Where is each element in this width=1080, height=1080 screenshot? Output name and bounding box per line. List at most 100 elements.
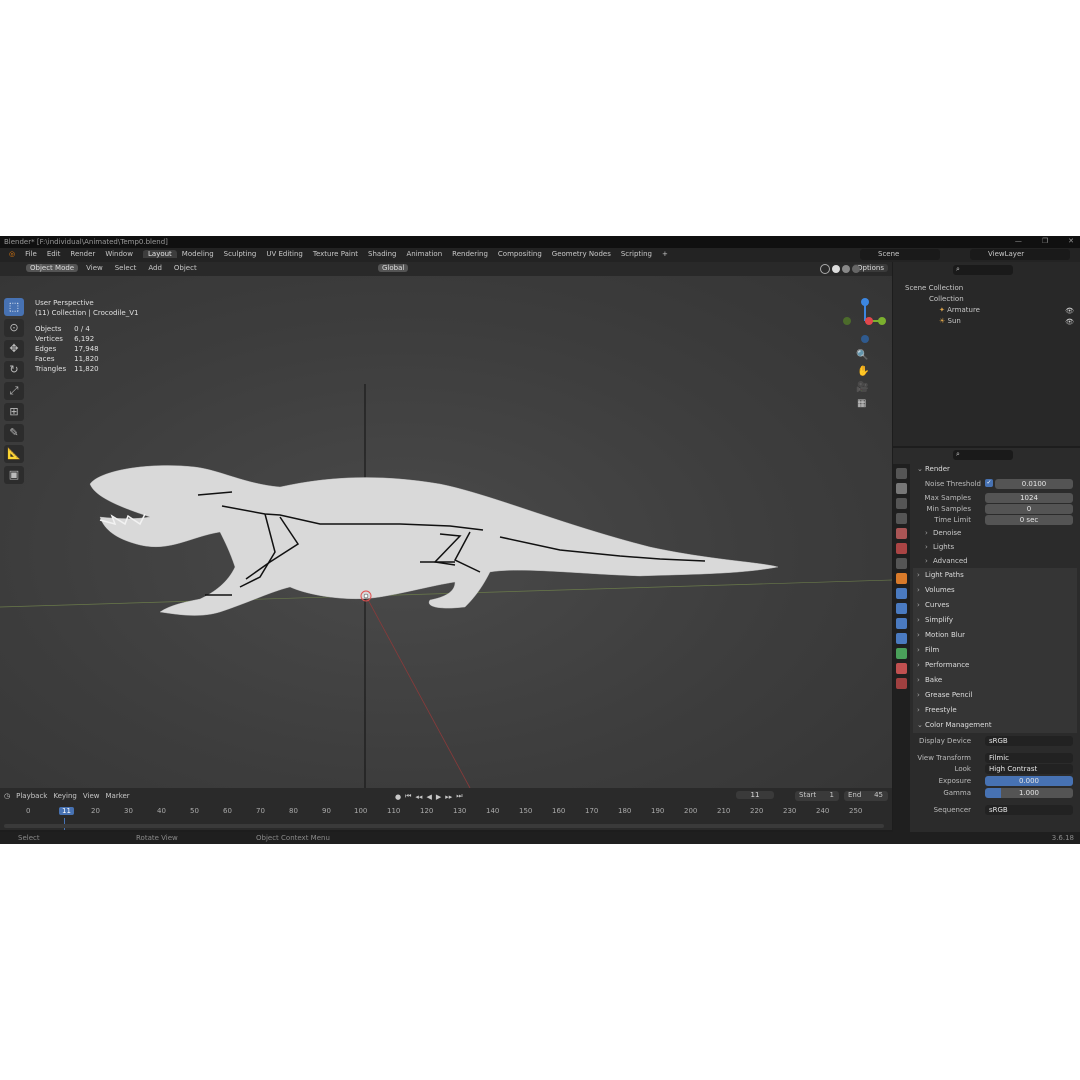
start-frame-field[interactable]: Start 1 xyxy=(795,791,839,801)
section-color-management[interactable]: Color Management xyxy=(913,718,1077,733)
view-transform-dropdown[interactable]: Filmic xyxy=(985,753,1073,763)
look-dropdown[interactable]: High Contrast xyxy=(985,764,1073,774)
add-workspace-button[interactable]: + xyxy=(657,250,673,258)
wireframe-shading-icon[interactable] xyxy=(820,264,830,274)
section-performance[interactable]: Performance xyxy=(913,658,1077,673)
timeline-menu-keying[interactable]: Keying xyxy=(53,792,77,800)
section-motion-blur[interactable]: Motion Blur xyxy=(913,628,1077,643)
subpanel-lights[interactable]: Lights xyxy=(923,540,1077,554)
noise-threshold-field[interactable]: 0.0100 xyxy=(995,479,1073,489)
data-tab-icon[interactable] xyxy=(896,648,907,659)
rendered-shading-icon[interactable] xyxy=(852,265,860,273)
timeline-scrollbar[interactable] xyxy=(4,824,884,828)
outliner-item-sun[interactable]: ☀ Sun xyxy=(939,317,961,325)
navigation-gizmo[interactable]: 🔍 ✋ 🎥 ▦ xyxy=(830,292,890,412)
frame-ruler[interactable]: 0 11 20 30 40 50 60 70 80 90 100 110 120… xyxy=(0,806,892,818)
section-freestyle[interactable]: Freestyle xyxy=(913,703,1077,718)
output-tab-icon[interactable] xyxy=(896,498,907,509)
physics-tab-icon[interactable] xyxy=(896,618,907,629)
section-grease-pencil[interactable]: Grease Pencil xyxy=(913,688,1077,703)
collection-tab-icon[interactable] xyxy=(896,558,907,569)
gamma-slider[interactable]: 1.000 xyxy=(985,788,1073,798)
section-film[interactable]: Film xyxy=(913,643,1077,658)
close-icon[interactable]: ✕ xyxy=(1068,237,1074,245)
section-volumes[interactable]: Volumes xyxy=(913,583,1077,598)
record-icon[interactable]: ● xyxy=(395,793,401,801)
cursor-icon[interactable]: ⊙ xyxy=(4,319,24,337)
tab-animation[interactable]: Animation xyxy=(401,250,447,258)
material-tab-icon[interactable] xyxy=(896,663,907,674)
outliner-scene-collection[interactable]: Scene Collection xyxy=(905,284,963,292)
render-subpanel[interactable]: Render xyxy=(913,462,1077,477)
clock-icon[interactable]: ◷ xyxy=(4,792,10,800)
tab-modeling[interactable]: Modeling xyxy=(177,250,219,258)
exposure-slider[interactable]: 0.000 xyxy=(985,776,1073,786)
viewport-menu-select[interactable]: Select xyxy=(111,264,141,272)
timeline-menu-playback[interactable]: Playback xyxy=(16,792,47,800)
checkbox-checked-icon[interactable]: ✓ xyxy=(985,479,993,487)
viewport-menu-add[interactable]: Add xyxy=(144,264,166,272)
annotate-icon[interactable]: ✎ xyxy=(4,424,24,442)
tab-scripting[interactable]: Scripting xyxy=(616,250,657,258)
constraints-tab-icon[interactable] xyxy=(896,633,907,644)
tool-tab-icon[interactable] xyxy=(896,468,907,479)
menu-render[interactable]: Render xyxy=(65,250,100,258)
time-limit-field[interactable]: 0 sec xyxy=(985,515,1073,525)
section-light-paths[interactable]: Light Paths xyxy=(913,568,1077,583)
maximize-icon[interactable]: ❐ xyxy=(1042,237,1048,245)
view-layer-tab-icon[interactable] xyxy=(896,513,907,524)
scene-selector[interactable]: Scene xyxy=(860,249,940,260)
rotate-icon[interactable]: ↻ xyxy=(4,361,24,379)
display-device-dropdown[interactable]: sRGB xyxy=(985,736,1073,746)
jump-end-icon[interactable]: ⏭ xyxy=(456,792,462,801)
subpanel-denoise[interactable]: Denoise xyxy=(923,526,1077,540)
menu-file[interactable]: File xyxy=(20,250,42,258)
scale-icon[interactable]: ⤢ xyxy=(4,382,24,400)
material-shading-icon[interactable] xyxy=(842,265,850,273)
view-layer-selector[interactable]: ViewLayer xyxy=(970,249,1070,260)
viewport-menu-object[interactable]: Object xyxy=(170,264,201,272)
texture-tab-icon[interactable] xyxy=(896,678,907,689)
mode-dropdown[interactable]: Object Mode xyxy=(26,264,78,272)
render-tab-icon[interactable] xyxy=(896,483,907,494)
timeline-menu-marker[interactable]: Marker xyxy=(105,792,129,800)
tab-geometry-nodes[interactable]: Geometry Nodes xyxy=(547,250,616,258)
section-curves[interactable]: Curves xyxy=(913,598,1077,613)
particles-tab-icon[interactable] xyxy=(896,603,907,614)
section-simplify[interactable]: Simplify xyxy=(913,613,1077,628)
menu-edit[interactable]: Edit xyxy=(42,250,66,258)
tab-rendering[interactable]: Rendering xyxy=(447,250,493,258)
outliner-collection[interactable]: Collection xyxy=(929,295,964,303)
blender-logo-icon[interactable]: ◎ xyxy=(4,250,20,258)
min-samples-field[interactable]: 0 xyxy=(985,504,1073,514)
eye-icon[interactable]: 👁 xyxy=(1065,306,1074,317)
world-tab-icon[interactable] xyxy=(896,543,907,554)
next-key-icon[interactable]: ▸▸ xyxy=(445,793,452,801)
sequencer-dropdown[interactable]: sRGB xyxy=(985,805,1073,815)
add-cube-icon[interactable]: ▣ xyxy=(4,466,24,484)
object-tab-icon[interactable] xyxy=(896,573,907,584)
transform-orientation-dropdown[interactable]: Global xyxy=(378,264,408,272)
tab-texture-paint[interactable]: Texture Paint xyxy=(308,250,363,258)
outliner[interactable]: ⌕ Scene Collection Collection ✦ Armature… xyxy=(893,262,1080,446)
play-reverse-icon[interactable]: ◀ xyxy=(426,793,431,801)
tab-layout[interactable]: Layout xyxy=(143,250,177,258)
tab-compositing[interactable]: Compositing xyxy=(493,250,547,258)
move-icon[interactable]: ✥ xyxy=(4,340,24,358)
eye-icon[interactable]: 👁 xyxy=(1065,317,1074,328)
measure-icon[interactable]: 📐 xyxy=(4,445,24,463)
current-frame-marker[interactable]: 11 xyxy=(59,807,74,815)
subpanel-advanced[interactable]: Advanced xyxy=(923,554,1077,568)
viewport-menu-view[interactable]: View xyxy=(82,264,107,272)
timeline-menu-view[interactable]: View xyxy=(83,792,100,800)
outliner-search-input[interactable]: ⌕ xyxy=(953,265,1013,275)
current-frame-field[interactable]: 11 xyxy=(736,791,774,799)
timeline[interactable]: ◷ Playback Keying View Marker ● ⏮ ◂◂ ◀ ▶… xyxy=(0,788,892,830)
minimize-icon[interactable]: — xyxy=(1015,237,1022,245)
play-icon[interactable]: ▶ xyxy=(436,793,441,801)
transform-icon[interactable]: ⊞ xyxy=(4,403,24,421)
solid-shading-icon[interactable] xyxy=(832,265,840,273)
scene-tab-icon[interactable] xyxy=(896,528,907,539)
properties-editor[interactable]: ⌕ Render Noise Threshold ✓ 0.0100 xyxy=(893,448,1080,832)
select-box-icon[interactable]: ⬚ xyxy=(4,298,24,316)
